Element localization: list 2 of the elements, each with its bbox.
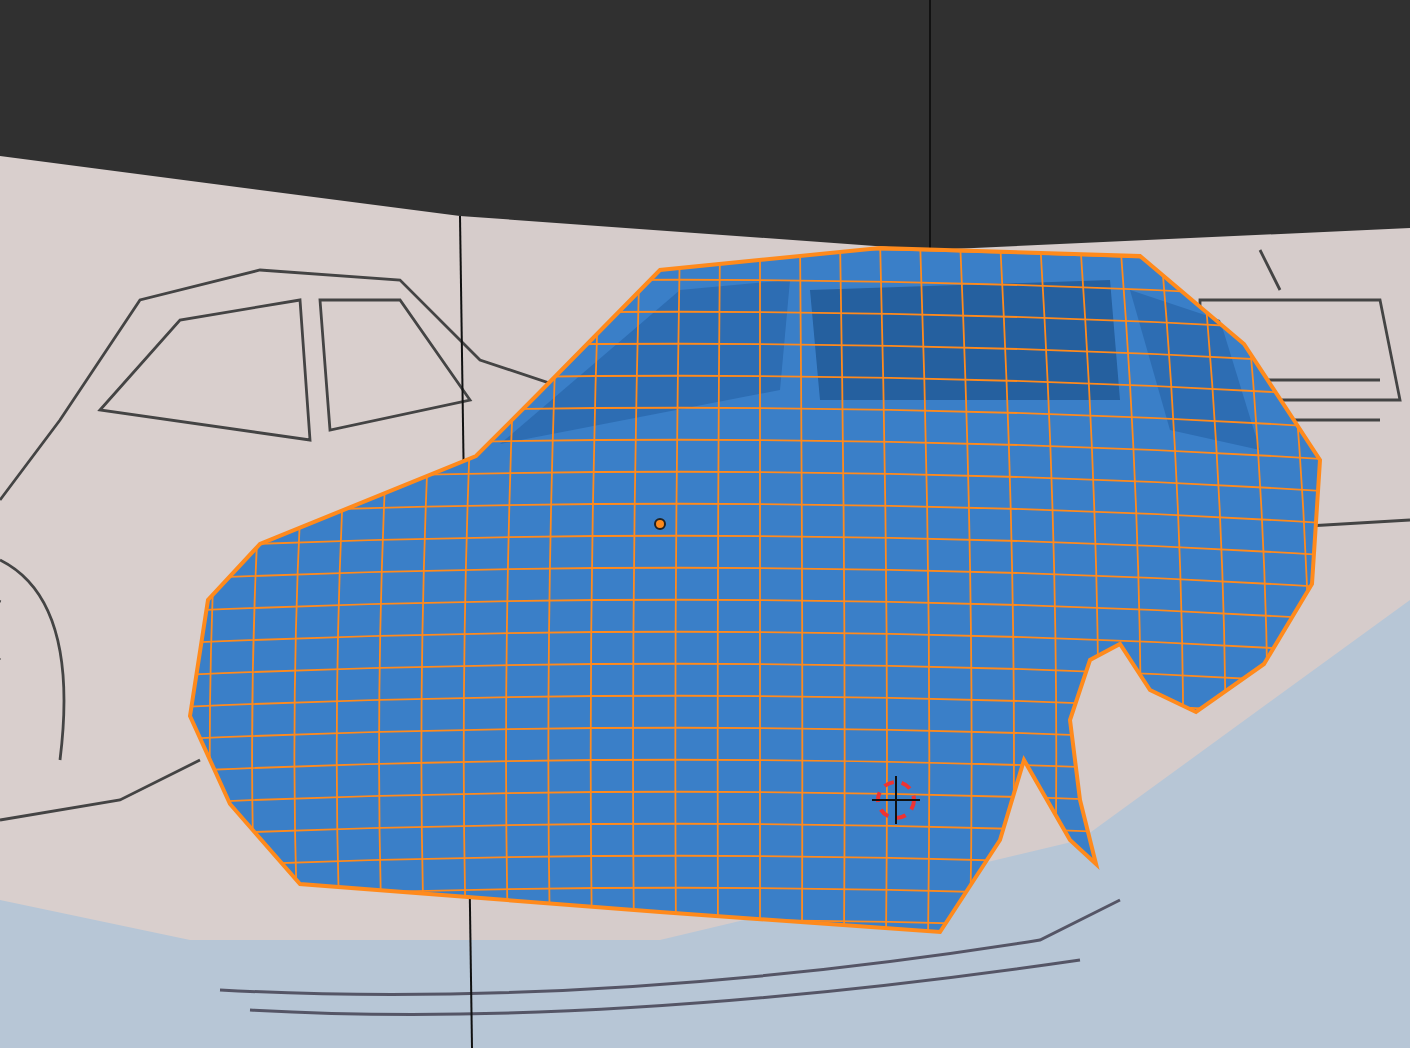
origin-dot	[654, 518, 666, 530]
3d-cursor-icon	[871, 775, 921, 825]
